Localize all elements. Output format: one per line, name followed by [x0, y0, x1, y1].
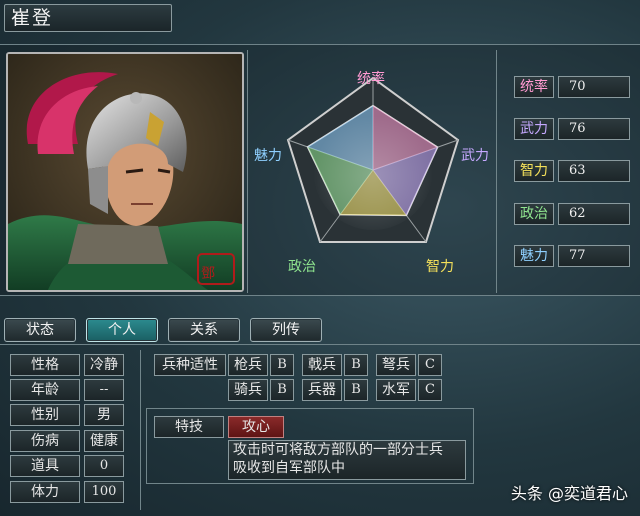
unit-crossbow-grade: C	[418, 354, 442, 376]
skill-label: 特技	[154, 416, 224, 438]
personality-value: 冷静	[84, 354, 124, 376]
watermark: 头条 @奕道君心	[510, 484, 628, 503]
stat-label: 政治	[514, 203, 554, 225]
aptitude-label: 兵种适性	[154, 354, 226, 376]
officer-portrait: 鄧	[6, 52, 244, 292]
skill-description: 攻击时可将敌方部队的一部分士兵 吸收到自军部队中	[228, 440, 466, 480]
unit-spear-grade: B	[270, 354, 294, 376]
unit-spear: 枪兵	[228, 354, 268, 376]
radar-label-charm: 魅力	[254, 148, 282, 164]
unit-siege: 兵器	[302, 379, 342, 401]
skill-name: 攻心	[228, 416, 284, 438]
stat-value: 77	[558, 245, 630, 267]
stat-row-war: 武力 76	[514, 118, 632, 140]
portrait-image: 鄧	[8, 54, 242, 290]
tab-biography[interactable]: 列传	[250, 318, 322, 342]
stat-row-charm: 魅力 77	[514, 245, 632, 267]
stat-row-politics: 政治 62	[514, 203, 632, 225]
radar-label-intelligence: 智力	[426, 259, 454, 275]
officer-name: 崔登	[11, 7, 54, 29]
personality-label: 性格	[10, 354, 80, 376]
tab-relations[interactable]: 关系	[168, 318, 240, 342]
injury-value: 健康	[84, 430, 124, 452]
stat-value: 70	[558, 76, 630, 98]
stat-value: 76	[558, 118, 630, 140]
radar-label-war: 武力	[461, 148, 489, 164]
stats-radar-panel: 统率 武力 智力 政治 魅力	[247, 50, 497, 293]
stat-label: 武力	[514, 118, 554, 140]
age-value: --	[84, 379, 124, 401]
hp-label: 体力	[10, 481, 80, 503]
unit-navy-grade: C	[418, 379, 442, 401]
radar-label-leadership: 统率	[357, 71, 385, 87]
stat-value: 63	[558, 160, 630, 182]
skill-description-line-2: 吸收到自军部队中	[233, 460, 345, 476]
skill-description-line-1: 攻击时可将敌方部队的一部分士兵	[233, 442, 443, 458]
stat-label: 魅力	[514, 245, 554, 267]
unit-cavalry: 骑兵	[228, 379, 268, 401]
stat-label: 统率	[514, 76, 554, 98]
items-value: 0	[84, 455, 124, 477]
stat-label: 智力	[514, 160, 554, 182]
age-label: 年龄	[10, 379, 80, 401]
stat-row-leadership: 统率 70	[514, 76, 632, 98]
unit-siege-grade: B	[344, 379, 368, 401]
unit-navy: 水军	[376, 379, 416, 401]
svg-text:鄧: 鄧	[201, 266, 215, 282]
unit-halberd: 戟兵	[302, 354, 342, 376]
unit-cavalry-grade: B	[270, 379, 294, 401]
panel-divider	[140, 350, 141, 510]
officer-name-plate: 崔登	[4, 4, 172, 32]
unit-halberd-grade: B	[344, 354, 368, 376]
stat-row-intelligence: 智力 63	[514, 160, 632, 182]
stat-value: 62	[558, 203, 630, 225]
tab-personal[interactable]: 个人	[86, 318, 158, 342]
injury-label: 伤病	[10, 430, 80, 452]
hp-value: 100	[84, 481, 124, 503]
items-label: 道具	[10, 455, 80, 477]
gender-value: 男	[84, 404, 124, 426]
unit-crossbow: 弩兵	[376, 354, 416, 376]
tab-status[interactable]: 状态	[4, 318, 76, 342]
gender-label: 性别	[10, 404, 80, 426]
radar-label-politics: 政治	[288, 259, 316, 275]
